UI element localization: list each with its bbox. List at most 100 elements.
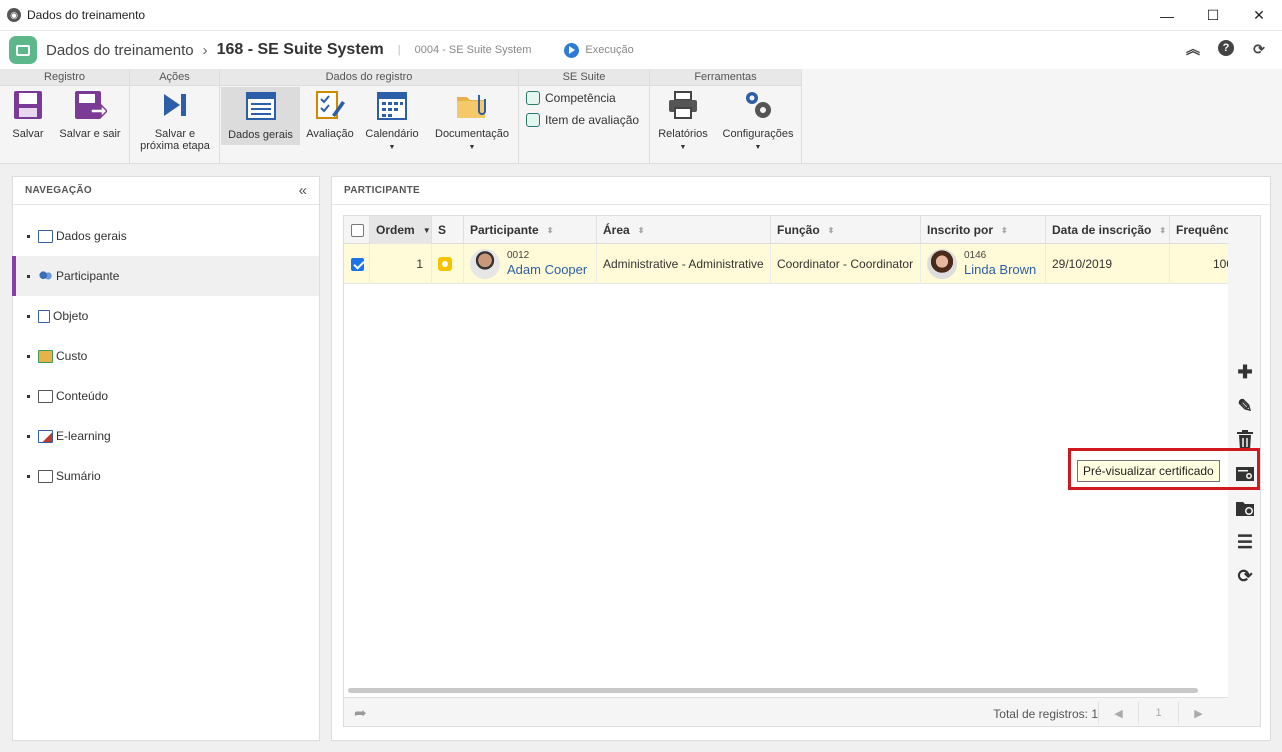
grid-header: Ordem ▼ S Participante ⬍ Área ⬍ Função ⬍…: [344, 216, 1228, 244]
monitor-icon: [38, 429, 53, 443]
competence-button[interactable]: Competência: [526, 91, 616, 105]
checklist-pencil-icon: [313, 88, 347, 122]
column-header-enrolled-by[interactable]: Inscrito por ⬍: [921, 216, 1046, 244]
avatar: [927, 249, 957, 279]
column-header-participant[interactable]: Participante ⬍: [464, 216, 597, 244]
dropdown-caret-icon: ▼: [679, 144, 687, 151]
ribbon-group-title: Dados do registro: [220, 69, 518, 86]
enrolled-by-name[interactable]: Linda Brown: [964, 262, 1036, 278]
ribbon-group-suite: SE Suite Competência Item de avaliação: [519, 69, 650, 163]
save-next-step-button[interactable]: Salvar e próxima etapa: [136, 88, 214, 152]
general-data-button[interactable]: Dados gerais: [221, 87, 300, 145]
column-header-function[interactable]: Função ⬍: [771, 216, 921, 244]
status-label: Execução: [585, 44, 634, 56]
share-arrow-icon[interactable]: ➦: [354, 704, 367, 722]
nav-item-participant[interactable]: Participante: [12, 256, 319, 296]
users-icon: [38, 269, 53, 283]
horizontal-scrollbar[interactable]: [348, 688, 1198, 693]
select-all-checkbox[interactable]: [351, 223, 364, 237]
maximize-button[interactable]: ☐: [1190, 0, 1236, 31]
avatar: [470, 249, 500, 279]
nav-item-object[interactable]: Objeto: [13, 296, 319, 336]
documentation-button[interactable]: Documentação ▼: [432, 88, 512, 154]
evaluation-item-button[interactable]: Item de avaliação: [526, 113, 639, 127]
sort-icon: ⬍: [1001, 225, 1008, 235]
column-header-frequency[interactable]: Frequência: [1170, 216, 1228, 244]
page-header: Dados do treinamento › 168 - SE Suite Sy…: [0, 31, 1282, 69]
collapse-up-icon[interactable]: ︽: [1184, 40, 1202, 58]
sort-icon: ⬍: [546, 225, 554, 235]
app-globe-icon: ◉: [7, 8, 21, 22]
header-title: Dados do treinamento: [46, 41, 194, 59]
competence-icon: [526, 91, 540, 105]
play-status-icon: [564, 42, 580, 58]
row-checkbox[interactable]: [351, 257, 364, 271]
save-button[interactable]: Salvar: [6, 88, 50, 140]
ribbon-group-dados: Dados do registro Dados gerais Avaliação…: [220, 69, 519, 163]
cell-function: Coordinator - Coordinator: [771, 244, 921, 284]
participant-name[interactable]: Adam Cooper: [507, 262, 587, 278]
enrolled-by-code: 0146: [964, 250, 987, 261]
pagination: ◀ 1 ▶: [1098, 702, 1218, 724]
column-header-enrollment-date[interactable]: Data de inscrição ⬍: [1046, 216, 1170, 244]
cell-order: 1: [370, 244, 432, 284]
nav-item-content[interactable]: Conteúdo: [13, 376, 319, 416]
panel-title: PARTICIPANTE: [344, 185, 421, 196]
ribbon-toolbar: Registro Salvar Salvar e sair Ações Salv…: [0, 69, 1282, 164]
refresh-icon[interactable]: ⟳: [1234, 565, 1256, 587]
save-and-exit-button[interactable]: Salvar e sair: [56, 88, 124, 140]
dropdown-caret-icon: ▼: [388, 144, 396, 151]
cell-area: Administrative - Administrative: [597, 244, 771, 284]
list-details-icon[interactable]: ☰: [1234, 531, 1256, 553]
status-indicator-icon: [438, 257, 452, 271]
refresh-icon[interactable]: ⟳: [1250, 40, 1268, 58]
nav-item-cost[interactable]: Custo: [13, 336, 319, 376]
settings-button[interactable]: Configurações ▼: [718, 88, 798, 154]
chevron-right-icon: ›: [202, 41, 208, 59]
folder-add-icon[interactable]: [1234, 497, 1256, 519]
column-header-area[interactable]: Área ⬍: [597, 216, 771, 244]
tooltip-preview-certificate: Pré-visualizar certificado: [1077, 460, 1220, 482]
calendar-button[interactable]: Calendário ▼: [364, 88, 420, 154]
column-header-status[interactable]: S: [432, 216, 464, 244]
close-button[interactable]: ✕: [1236, 0, 1282, 31]
cell-frequency: 100,0: [1170, 244, 1228, 284]
ribbon-group-title: SE Suite: [519, 69, 649, 86]
help-icon[interactable]: ?: [1218, 40, 1234, 56]
nav-item-elearning[interactable]: E-learning: [13, 416, 319, 456]
nav-item-summary[interactable]: Sumário: [13, 456, 319, 496]
nav-item-general-data[interactable]: Dados gerais: [13, 216, 319, 256]
minimize-button[interactable]: —: [1144, 0, 1190, 31]
form-icon: [38, 229, 53, 243]
book-icon: [38, 389, 53, 403]
folder-clip-icon: [455, 88, 489, 122]
ribbon-group-ferramentas: Ferramentas Relatórios ▼ Configurações ▼: [650, 69, 802, 163]
table-row[interactable]: 1 0012 Adam Cooper Administrative - Admi…: [344, 244, 1228, 284]
edit-pencil-icon[interactable]: ✎: [1234, 395, 1256, 417]
ribbon-group-title: Registro: [0, 69, 129, 86]
calendar-icon: [375, 88, 409, 122]
cell-participant: 0012 Adam Cooper: [464, 244, 597, 284]
reports-button[interactable]: Relatórios ▼: [654, 88, 712, 154]
participant-code: 0012: [507, 250, 530, 261]
printer-icon: [666, 88, 700, 122]
cell-enrolled-by: 0146 Linda Brown: [921, 244, 1046, 284]
evaluation-item-icon: [526, 113, 540, 127]
column-header-order[interactable]: Ordem ▼: [370, 216, 432, 244]
record-subtitle: 0004 - SE Suite System: [414, 44, 532, 56]
evaluation-button[interactable]: Avaliação: [304, 88, 356, 140]
object-icon: [38, 309, 50, 323]
collapse-left-icon[interactable]: «: [299, 182, 307, 199]
row-checkbox-cell[interactable]: [344, 244, 370, 284]
add-icon[interactable]: ✚: [1234, 361, 1256, 383]
grid-footer: ➦ Total de registros: 1 ◀ 1 ▶: [344, 697, 1228, 726]
record-title: 168 - SE Suite System: [216, 41, 384, 58]
ribbon-group-acoes: Ações Salvar e próxima etapa: [130, 69, 220, 163]
select-all-checkbox-cell[interactable]: [344, 216, 370, 244]
next-page-icon[interactable]: ▶: [1178, 702, 1218, 724]
cell-enrollment-date: 29/10/2019: [1046, 244, 1170, 284]
cell-status: [432, 244, 464, 284]
save-exit-icon: [73, 88, 107, 122]
prev-page-icon[interactable]: ◀: [1098, 702, 1138, 724]
ribbon-group-title: Ações: [130, 69, 219, 86]
